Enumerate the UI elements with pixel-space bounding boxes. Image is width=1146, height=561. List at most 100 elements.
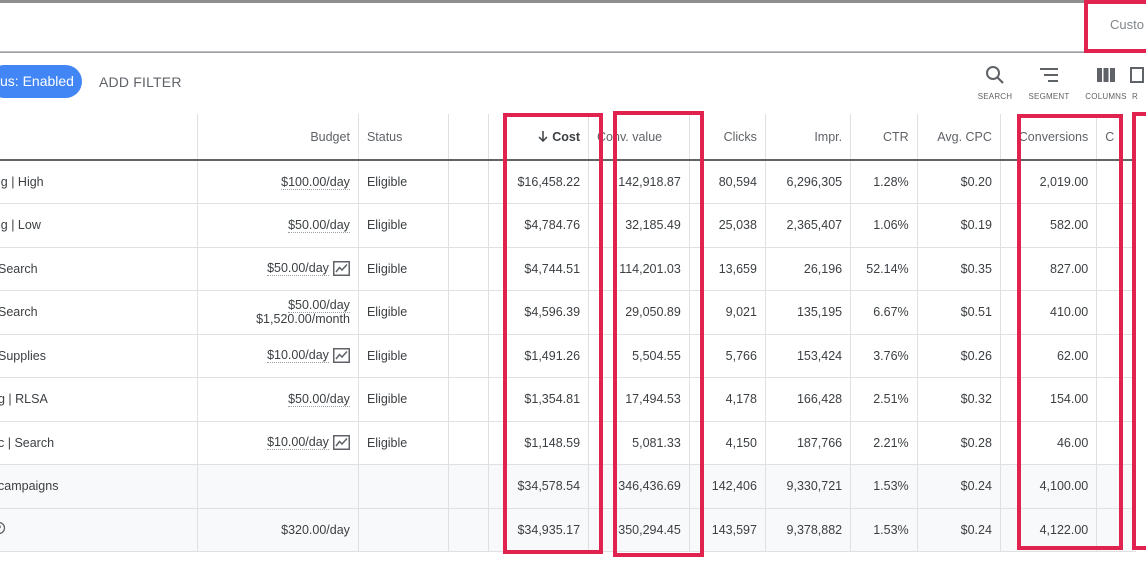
status-cell: Eligible xyxy=(357,421,449,465)
campaign-name-link[interactable]: ig | Low xyxy=(0,203,198,248)
partial-column-header[interactable]: C xyxy=(1096,114,1136,161)
budget-amount[interactable]: $100.00/day xyxy=(281,175,350,190)
conv-value-cell: 17,494.53 xyxy=(588,377,690,422)
search-tool-button[interactable]: SEARCH xyxy=(969,65,1021,101)
cost-column-header[interactable]: Cost xyxy=(488,114,589,161)
help-circle-icon[interactable]: ? xyxy=(0,521,6,535)
table-row: Supplies $10.00/day Eligible $1,491.26 5,504… xyxy=(0,334,1136,378)
filter-bar: us: Enabled ADD FILTER SEARCH SEGMENT CO… xyxy=(0,53,1146,113)
conversions-cell: 827.00 xyxy=(999,247,1097,291)
chart-icon[interactable] xyxy=(332,261,350,277)
clicks-cell: 80,594 xyxy=(688,160,766,204)
clicks-cell: 4,150 xyxy=(688,421,766,465)
campaign-name-link[interactable]: Search xyxy=(0,247,198,291)
campaign-name-link[interactable]: c | Search xyxy=(0,421,198,465)
status-filter-chip[interactable]: us: Enabled xyxy=(0,65,82,98)
conv-value-cell: 32,185.49 xyxy=(588,203,690,248)
impr-cell: 26,196 xyxy=(764,247,851,291)
status-cell: Eligible xyxy=(357,203,449,248)
budget-amount[interactable]: $10.00/day xyxy=(267,348,329,364)
svg-text:?: ? xyxy=(0,524,2,533)
clicks-cell: 9,021 xyxy=(688,290,766,335)
total-budget-cell xyxy=(197,464,359,509)
campaign-name-link[interactable]: Supplies xyxy=(0,334,198,378)
budget-daily[interactable]: $50.00/day xyxy=(288,298,350,314)
conversions-cell: 62.00 xyxy=(999,334,1097,378)
chart-icon[interactable] xyxy=(332,348,350,364)
clicks-column-header[interactable]: Clicks xyxy=(688,114,766,161)
impr-column-header[interactable]: Impr. xyxy=(764,114,851,161)
conv-value-cell: 5,504.55 xyxy=(588,334,690,378)
conversions-cell: 46.00 xyxy=(999,421,1097,465)
cost-cell: $4,744.51 xyxy=(488,247,589,291)
status-column-header[interactable]: Status xyxy=(357,114,449,161)
campaigns-table: Budget Status Cost Conv. value Clicks Im… xyxy=(0,114,1136,552)
table-row: ig | Low $50.00/day Eligible $4,784.76 32,18… xyxy=(0,203,1136,248)
search-icon xyxy=(986,66,1004,84)
ctr-cell: 6.67% xyxy=(850,290,918,335)
conv-value-column-header[interactable]: Conv. value xyxy=(588,114,690,161)
status-cell: Eligible xyxy=(357,247,449,291)
total-clicks-cell: 143,597 xyxy=(688,508,766,552)
totals-row: campaigns $34,578.54 346,436.69 142,406 9,33… xyxy=(0,464,1136,509)
clicks-cell: 4,178 xyxy=(688,377,766,422)
conversions-cell: 410.00 xyxy=(999,290,1097,335)
reports-tool-label: R xyxy=(1132,92,1138,101)
spacer-cell xyxy=(447,247,489,291)
ctr-cell: 3.76% xyxy=(850,334,918,378)
reports-icon xyxy=(1130,67,1144,83)
status-cell: Eligible xyxy=(357,290,449,335)
conversions-cell: 154.00 xyxy=(999,377,1097,422)
chart-icon[interactable] xyxy=(332,435,350,451)
sort-down-arrow-icon xyxy=(538,130,548,142)
budget-column-header[interactable]: Budget xyxy=(197,114,359,161)
budget-cell: $50.00/day xyxy=(197,247,359,291)
campaign-name-link[interactable]: g | RLSA xyxy=(0,377,198,422)
ctr-cell: 2.51% xyxy=(850,377,918,422)
custom-date-range-label[interactable]: Custo xyxy=(1110,17,1144,32)
clicks-cell: 13,659 xyxy=(688,247,766,291)
table-row: Search $50.00/day $1,520.00/month Eligible $… xyxy=(0,290,1136,335)
budget-amount[interactable]: $50.00/day xyxy=(288,392,350,407)
clicks-cell: 5,766 xyxy=(688,334,766,378)
cost-cell: $4,784.76 xyxy=(488,203,589,248)
budget-amount[interactable]: $10.00/day xyxy=(267,435,329,451)
budget-amount[interactable]: $50.00/day xyxy=(288,218,350,233)
table-row: ig | High $100.00/day Eligible $16,458.22 14… xyxy=(0,160,1136,204)
total-label-cell: ? xyxy=(0,508,198,552)
cost-column-label: Cost xyxy=(552,129,581,144)
top-shadow-line xyxy=(0,0,1146,3)
conversions-column-header[interactable]: Conversions xyxy=(999,114,1097,161)
avg-cpc-column-header[interactable]: Avg. CPC xyxy=(916,114,1001,161)
spacer-cell xyxy=(447,290,489,335)
campaign-name-link[interactable]: ig | High xyxy=(0,160,198,204)
total-impr-cell: 9,378,882 xyxy=(764,508,851,552)
cost-cell: $4,596.39 xyxy=(488,290,589,335)
add-filter-button[interactable]: ADD FILTER xyxy=(99,74,182,90)
total-avg-cpc-cell: $0.24 xyxy=(916,508,1001,552)
spacer-cell xyxy=(447,203,489,248)
conv-value-cell: 114,201.03 xyxy=(588,247,690,291)
avg-cpc-cell: $0.26 xyxy=(916,334,1001,378)
reports-tool-button[interactable]: R xyxy=(1120,65,1146,101)
totals-row: ? $320.00/day $34,935.17350,294.45143,5979… xyxy=(0,508,1136,552)
conv-value-cell: 5,081.33 xyxy=(588,421,690,465)
campaign-name-link[interactable]: Search xyxy=(0,290,198,335)
partial-cell xyxy=(1096,160,1136,204)
campaign-column-header[interactable] xyxy=(0,114,198,161)
spacer-cell xyxy=(447,421,489,465)
total-ctr-cell: 1.53% xyxy=(850,508,918,552)
table-row: g | RLSA $50.00/day Eligible $1,354.81 17,49… xyxy=(0,377,1136,422)
spacer-cell xyxy=(447,377,489,422)
total-budget-cell: $320.00/day xyxy=(197,508,359,552)
clicks-cell: 25,038 xyxy=(688,203,766,248)
segment-tool-button[interactable]: SEGMENT xyxy=(1023,65,1075,101)
ctr-column-header[interactable]: CTR xyxy=(850,114,918,161)
table-row: Search $50.00/day Eligible $4,744.51 114,201… xyxy=(0,247,1136,291)
budget-cell: $10.00/day xyxy=(197,421,359,465)
total-status-cell xyxy=(357,464,449,509)
partial-cell xyxy=(1096,290,1136,335)
total-ctr-cell: 1.53% xyxy=(850,464,918,509)
budget-amount[interactable]: $50.00/day xyxy=(267,261,329,277)
partial-cell xyxy=(1096,464,1136,509)
